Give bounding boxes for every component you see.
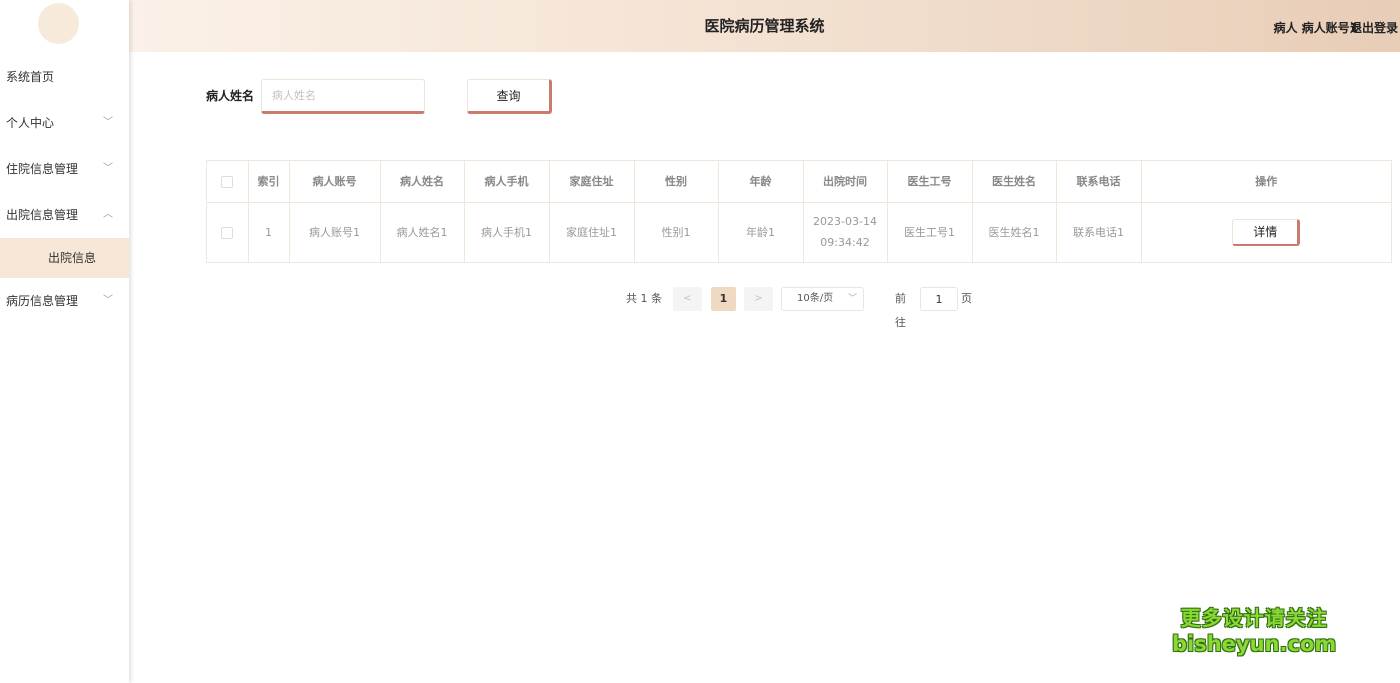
search-button[interactable]: 查询 <box>467 79 552 114</box>
column-header: 病人手机 <box>464 161 550 203</box>
column-header: 病人账号 <box>289 161 381 203</box>
sidebar-item-home[interactable]: 系统首页 <box>0 54 129 100</box>
sidebar: 系统首页 个人中心 ﹀ 住院信息管理 ﹀ 出院信息管理 ︿ 出院信息 病历信息管… <box>0 0 129 683</box>
column-header: 出院时间 <box>803 161 888 203</box>
sidebar-item-personal-center[interactable]: 个人中心 ﹀ <box>0 100 129 146</box>
cell-doctor-id: 医生工号1 <box>887 202 973 262</box>
sidebar-item-label: 个人中心 <box>6 116 55 130</box>
logout-link[interactable]: 退出登录 <box>1350 19 1398 36</box>
data-table: 索引 病人账号 病人姓名 病人手机 家庭住址 性别 年龄 出院时间 医生工号 医… <box>206 160 1392 263</box>
sidebar-subitem-discharge-info[interactable]: 出院信息 <box>0 238 129 278</box>
watermark-line-1: 更多设计请关注 <box>1180 606 1328 630</box>
cell-phone: 病人手机1 <box>464 202 550 262</box>
cell-address: 家庭住址1 <box>549 202 635 262</box>
sidebar-menu: 系统首页 个人中心 ﹀ 住院信息管理 ﹀ 出院信息管理 ︿ 出院信息 病历信息管… <box>0 54 129 324</box>
column-header: 年龄 <box>718 161 804 203</box>
table-row: 1 病人账号1 病人姓名1 病人手机1 家庭住址1 性别1 年龄1 2023-0… <box>207 202 1391 262</box>
sidebar-item-label: 病历信息管理 <box>6 294 79 308</box>
chevron-down-icon: ﹀ <box>103 295 113 306</box>
goto-page-input[interactable] <box>920 287 958 311</box>
discharge-date: 2023-03-14 <box>813 215 877 229</box>
page-size-select[interactable]: 10条/页 ﹀ <box>781 287 864 311</box>
column-header: 操作 <box>1141 161 1391 203</box>
cell-gender: 性别1 <box>634 202 719 262</box>
sidebar-item-inpatient-management[interactable]: 住院信息管理 ﹀ <box>0 146 129 192</box>
column-header: 家庭住址 <box>549 161 635 203</box>
row-checkbox[interactable] <box>221 226 234 239</box>
column-header: 病人姓名 <box>380 161 465 203</box>
column-header: 联系电话 <box>1056 161 1142 203</box>
sidebar-item-discharge-management[interactable]: 出院信息管理 ︿ <box>0 192 129 238</box>
column-header: 索引 <box>248 161 290 203</box>
page-number-current[interactable]: 1 <box>711 287 736 311</box>
cell-discharge-time: 2023-03-14 09:34:42 <box>803 202 888 262</box>
watermark: 更多设计请关注 bisheyun.com <box>1172 605 1336 657</box>
chevron-down-icon: ﹀ <box>847 294 857 304</box>
chevron-up-icon: ︿ <box>103 209 113 220</box>
pagination-total: 共 1 条 <box>626 292 662 305</box>
column-header: 医生工号 <box>887 161 973 203</box>
patient-name-search-input[interactable] <box>261 79 425 114</box>
cell-contact: 联系电话1 <box>1056 202 1142 262</box>
goto-suffix: 页 <box>961 292 972 305</box>
cell-doctor-name: 医生姓名1 <box>972 202 1057 262</box>
select-all-cell[interactable] <box>207 161 249 203</box>
avatar <box>38 3 79 44</box>
sidebar-item-medical-record-management[interactable]: 病历信息管理 ﹀ <box>0 278 129 324</box>
cell-age: 年龄1 <box>718 202 804 262</box>
chevron-down-icon: ﹀ <box>103 163 113 174</box>
cell-actions: 详情 <box>1141 202 1391 262</box>
sidebar-item-label: 住院信息管理 <box>6 162 79 176</box>
current-user: 病人 病人账号1 <box>1273 21 1358 35</box>
discharge-clock: 09:34:42 <box>820 236 870 250</box>
sidebar-item-label: 出院信息管理 <box>6 208 79 222</box>
chevron-down-icon: ﹀ <box>103 117 113 128</box>
column-header: 性别 <box>634 161 719 203</box>
row-select-cell[interactable] <box>207 202 249 262</box>
page-title: 医院病历管理系统 <box>704 17 825 35</box>
cell-name: 病人姓名1 <box>380 202 465 262</box>
column-header: 医生姓名 <box>972 161 1057 203</box>
select-all-checkbox[interactable] <box>221 175 234 188</box>
search-label: 病人姓名 <box>206 89 255 103</box>
watermark-line-2: bisheyun.com <box>1172 632 1337 656</box>
page-size-value: 10条/页 <box>797 293 834 304</box>
detail-button[interactable]: 详情 <box>1232 218 1301 246</box>
cell-index: 1 <box>248 202 290 262</box>
cell-account: 病人账号1 <box>289 202 381 262</box>
top-header: 医院病历管理系统 病人 病人账号1 退出登录 <box>129 0 1400 52</box>
next-page-button[interactable]: > <box>744 287 773 311</box>
goto-label: 前往 <box>895 292 906 329</box>
table-header-row: 索引 病人账号 病人姓名 病人手机 家庭住址 性别 年龄 出院时间 医生工号 医… <box>207 161 1391 203</box>
sidebar-item-label: 系统首页 <box>6 70 55 84</box>
prev-page-button[interactable]: < <box>673 287 702 311</box>
